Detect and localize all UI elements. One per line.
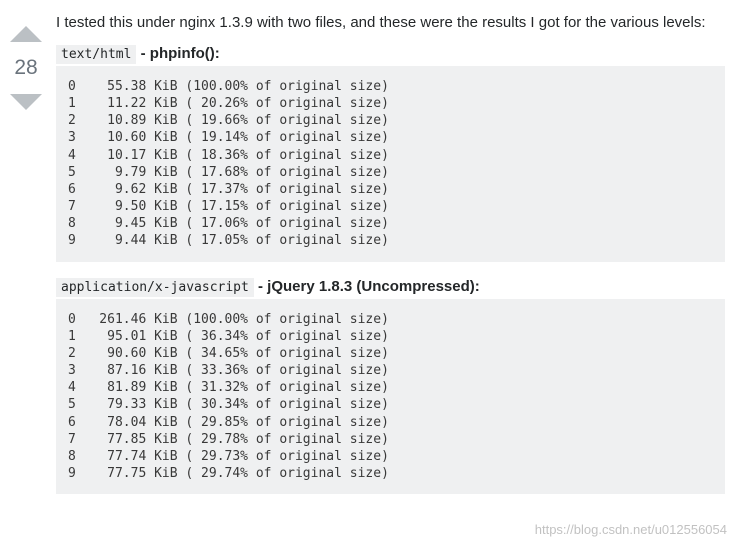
section2-header: application/x-javascript - jQuery 1.8.3 …	[56, 278, 725, 295]
downvote-icon	[8, 84, 44, 120]
mime-label-1: text/html	[56, 45, 136, 64]
section1-header: text/html - phpinfo():	[56, 45, 725, 62]
downvote-button[interactable]	[8, 84, 44, 120]
mime-label-2: application/x-javascript	[56, 278, 254, 297]
upvote-button[interactable]	[8, 16, 44, 52]
vote-column: 28	[4, 8, 48, 510]
upvote-icon	[8, 16, 44, 52]
vote-count: 28	[14, 52, 37, 84]
section1-label: - phpinfo():	[136, 45, 219, 62]
answer-post: 28 I tested this under nginx 1.3.9 with …	[0, 0, 737, 518]
section2-label: - jQuery 1.8.3 (Uncompressed):	[254, 278, 480, 295]
intro-text: I tested this under nginx 1.3.9 with two…	[56, 14, 725, 31]
post-body: I tested this under nginx 1.3.9 with two…	[48, 8, 733, 510]
codeblock-2: 0 261.46 KiB (100.00% of original size) …	[56, 299, 725, 495]
watermark: https://blog.csdn.net/u012556054	[535, 522, 727, 537]
codeblock-1: 0 55.38 KiB (100.00% of original size) 1…	[56, 66, 725, 262]
